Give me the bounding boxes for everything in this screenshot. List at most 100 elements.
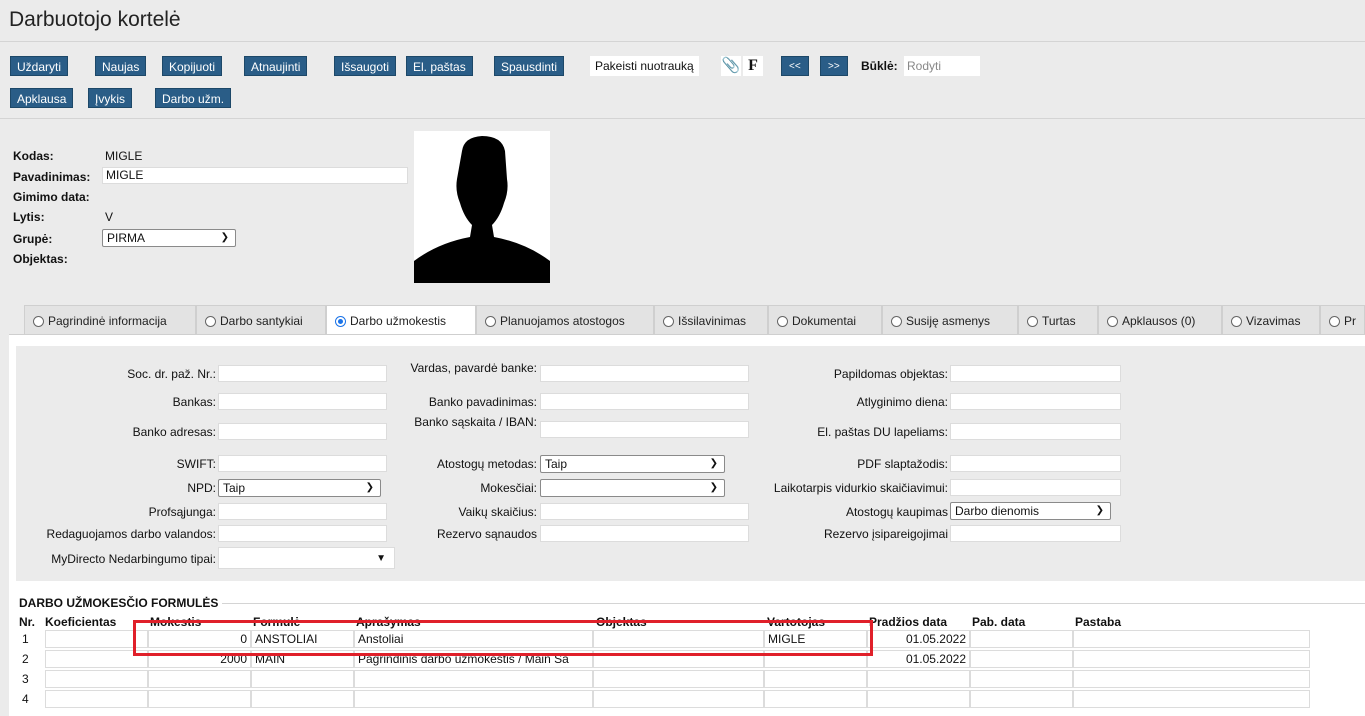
user-cell[interactable] [764,670,867,688]
formula-cell[interactable] [251,670,354,688]
bank-field[interactable] [218,393,387,410]
soc-label: Soc. dr. paž. Nr.: [127,367,216,381]
tab-more[interactable]: Pr [1320,305,1365,334]
next-button[interactable]: >> [820,56,848,76]
tab-main-info[interactable]: Pagrindinė informacija [24,305,196,334]
start-date-cell[interactable] [867,690,970,708]
code-label: Kodas: [13,149,54,163]
tax-cell[interactable] [148,670,251,688]
reserve-costs-field[interactable] [540,525,749,542]
note-cell[interactable] [1073,670,1310,688]
taxes-select[interactable]: ❯ [540,479,725,497]
group-select-value: PIRMA [107,231,146,245]
tab-assets[interactable]: Turtas [1018,305,1098,334]
col-header-note: Pastaba [1075,615,1122,629]
salary-button[interactable]: Darbo užm. [155,88,232,108]
swift-field[interactable] [218,455,387,472]
note-cell[interactable] [1073,650,1310,668]
copy-button[interactable]: Kopijuoti [162,56,223,76]
tab-documents[interactable]: Dokumentai [768,305,882,334]
vacation-accumulation-select[interactable]: Darbo dienomis ❯ [950,502,1111,520]
union-field[interactable] [218,503,387,520]
email-du-label: El. paštas DU lapeliams: [817,425,948,439]
gender-label: Lytis: [13,210,45,224]
formulas-section-title: DARBO UŽMOKESČIO FORMULĖS [19,596,219,610]
chevron-down-icon: ❯ [709,458,718,469]
email-du-field[interactable] [950,423,1121,440]
radio-icon [205,316,216,327]
tab-employment[interactable]: Darbo santykiai [196,305,326,334]
coefficient-cell[interactable] [45,670,148,688]
user-cell[interactable] [764,690,867,708]
tab-approval[interactable]: Vizavimas [1222,305,1320,334]
col-header-start-date: Pradžios data [869,615,948,629]
tab-label: Išsilavinimas [678,314,747,328]
end-date-cell[interactable] [970,650,1073,668]
name-bank-field[interactable] [540,365,749,382]
object-cell[interactable] [593,670,764,688]
note-cell[interactable] [1073,630,1310,648]
print-button[interactable]: Spausdinti [494,56,565,76]
save-button[interactable]: Išsaugoti [334,56,397,76]
divider [0,118,1365,119]
start-date-cell[interactable]: 01.05.2022 [867,650,970,668]
avatar[interactable] [414,131,550,283]
avg-period-field[interactable] [950,479,1121,496]
mydirecto-select[interactable]: ▼ [218,547,395,569]
change-photo-button[interactable]: Pakeisti nuotrauką [590,56,699,76]
description-cell[interactable] [354,690,593,708]
group-select[interactable]: PIRMA ❯ [102,229,236,247]
tab-label: Planuojamos atostogos [500,314,625,328]
name-field[interactable]: MIGLE [102,167,408,184]
radio-icon [1329,316,1340,327]
radio-icon [777,316,788,327]
vacation-method-select[interactable]: Taip ❯ [540,455,725,473]
radio-icon [33,316,44,327]
children-field[interactable] [540,503,749,520]
tab-education[interactable]: Išsilavinimas [654,305,768,334]
tax-cell[interactable] [148,690,251,708]
tab-salary[interactable]: Darbo užmokestis [326,305,476,334]
tab-surveys[interactable]: Apklausos (0) [1098,305,1222,334]
bank-account-field[interactable] [540,421,749,438]
end-date-cell[interactable] [970,690,1073,708]
npd-select[interactable]: Taip ❯ [218,479,381,497]
reserve-costs-label: Rezervo sąnaudos [436,527,537,541]
bank-name-field[interactable] [540,393,749,410]
tab-label: Susiję asmenys [906,314,991,328]
f-button[interactable]: F [743,56,763,76]
bank-name-label: Banko pavadinimas: [428,395,537,409]
refresh-button[interactable]: Atnaujinti [244,56,308,76]
edit-hours-field[interactable] [218,525,387,542]
tab-label: Pr [1344,314,1356,328]
end-date-cell[interactable] [970,630,1073,648]
bank-label: Bankas: [172,395,216,409]
pdf-password-field[interactable] [950,455,1121,472]
description-cell[interactable] [354,670,593,688]
email-button[interactable]: El. paštas [406,56,473,76]
event-button[interactable]: Įvykis [88,88,132,108]
attachment-icon[interactable]: 📎 [721,56,741,76]
status-field: Rodyti [904,56,980,76]
tab-planned-vacation[interactable]: Planuojamos atostogos [476,305,654,334]
formula-cell[interactable] [251,690,354,708]
bank-address-field[interactable] [218,423,387,440]
survey-button[interactable]: Apklausa [10,88,74,108]
end-date-cell[interactable] [970,670,1073,688]
soc-field[interactable] [218,365,387,382]
start-date-cell[interactable] [867,670,970,688]
note-cell[interactable] [1073,690,1310,708]
coefficient-cell[interactable] [45,690,148,708]
npd-select-value: Taip [223,481,246,495]
object-cell[interactable] [593,690,764,708]
pay-day-field[interactable] [950,393,1121,410]
reserve-obligations-field[interactable] [950,525,1121,542]
new-button[interactable]: Naujas [95,56,147,76]
extra-object-field[interactable] [950,365,1121,382]
start-date-cell[interactable]: 01.05.2022 [867,630,970,648]
tab-related-persons[interactable]: Susiję asmenys [882,305,1018,334]
row-nr: 2 [22,652,29,666]
close-button[interactable]: Uždaryti [10,56,69,76]
prev-button[interactable]: << [781,56,809,76]
pay-day-label: Atlyginimo diena: [856,395,948,409]
